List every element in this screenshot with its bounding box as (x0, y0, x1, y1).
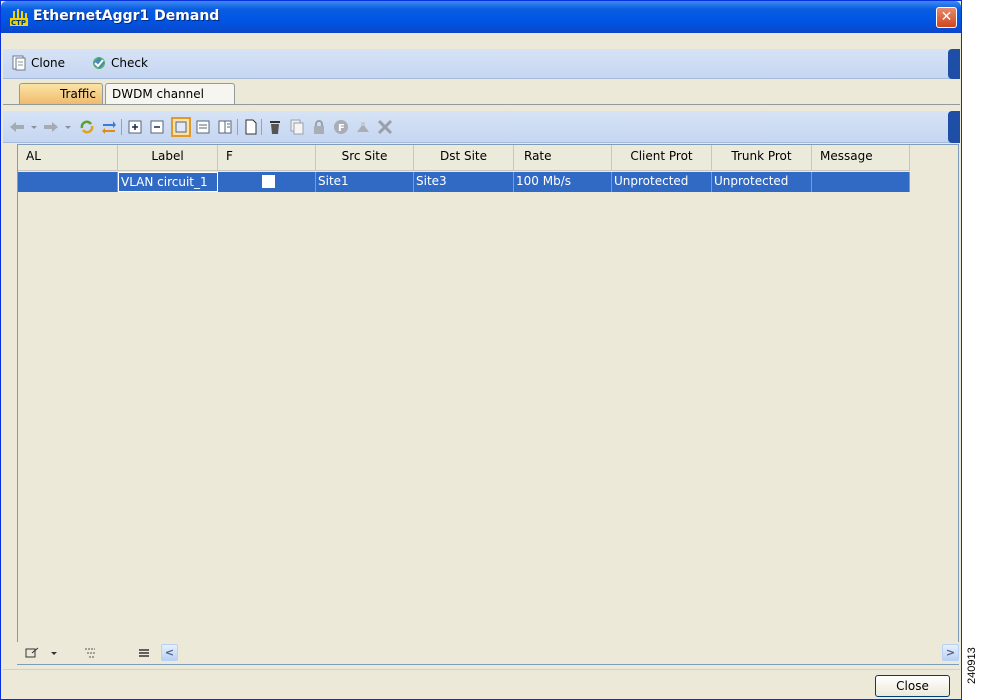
traffic-grid: AL Label F Src Site Dst Site Rate Client… (17, 144, 959, 665)
table-row[interactable]: VLAN circuit_1 Site1 Site3 100 Mb/s Unpr… (18, 172, 910, 192)
delete-icon[interactable] (267, 119, 283, 135)
grid-toolbar: F (3, 111, 960, 143)
window-close-button[interactable]: ✕ (936, 7, 957, 28)
view-rows-icon[interactable] (195, 119, 211, 135)
filter-icon[interactable] (83, 646, 97, 660)
tab-traffic[interactable]: Traffic (19, 83, 103, 105)
grid-header: AL Label F Src Site Dst Site Rate Client… (18, 145, 910, 171)
scroll-left-button[interactable]: < (161, 644, 178, 661)
cell-f[interactable] (218, 172, 316, 192)
cell-trunk-prot[interactable]: Unprotected (712, 172, 812, 192)
tab-dwdm-channel[interactable]: DWDM channel (105, 83, 235, 105)
toolbar-separator (237, 119, 238, 135)
svg-text:F: F (338, 123, 345, 134)
figure-number: 240913 (964, 626, 982, 686)
window-title: EthernetAggr1 Demand (33, 8, 220, 24)
check-label: Check (111, 56, 148, 70)
tab-divider (3, 104, 960, 105)
collapse-all-icon[interactable] (149, 119, 165, 135)
view-grid-icon[interactable] (171, 117, 191, 137)
toolbar-separator (121, 119, 122, 135)
swap-icon[interactable] (101, 119, 117, 135)
cell-client-prot[interactable]: Unprotected (612, 172, 712, 192)
dropdown-icon[interactable] (63, 119, 73, 135)
status-bar: Close (3, 669, 960, 699)
clone-button[interactable]: Clone (11, 55, 65, 71)
column-header-al[interactable]: AL (18, 145, 118, 171)
check-button[interactable]: Check (91, 55, 148, 71)
scroll-right-button[interactable]: > (942, 644, 959, 661)
grid-footer-bar: < > (17, 642, 959, 664)
up-level-icon[interactable] (355, 119, 371, 135)
cell-message[interactable] (812, 172, 910, 192)
column-header-dst-site[interactable]: Dst Site (414, 145, 514, 171)
ctp-app-icon: CTP (10, 9, 28, 26)
cell-rate[interactable]: 100 Mb/s (514, 172, 612, 192)
expand-all-icon[interactable] (127, 119, 143, 135)
clone-label: Clone (31, 56, 66, 70)
dropdown-icon[interactable] (29, 119, 39, 135)
forward-arrow-icon[interactable] (43, 119, 59, 135)
demand-window: CTP EthernetAggr1 Demand ✕ Clone Check T… (0, 0, 962, 700)
cell-al[interactable] (18, 172, 118, 192)
figure-number-text: 240913 (966, 647, 978, 684)
export-icon[interactable] (25, 646, 39, 660)
copy-icon[interactable] (289, 119, 305, 135)
toolbar-separator (261, 119, 262, 135)
lock-icon[interactable] (311, 119, 327, 135)
column-header-label[interactable]: Label (118, 145, 218, 171)
column-header-rate[interactable]: Rate (514, 145, 612, 171)
new-document-icon[interactable] (243, 119, 259, 135)
clone-icon (12, 55, 26, 71)
cell-dst-site[interactable]: Site3 (414, 172, 514, 192)
cell-label[interactable]: VLAN circuit_1 (118, 172, 218, 192)
f-badge-icon[interactable]: F (333, 119, 349, 135)
column-header-f[interactable]: F (218, 145, 316, 171)
title-bar[interactable]: CTP EthernetAggr1 Demand ✕ (1, 1, 961, 33)
list-icon[interactable] (137, 646, 151, 660)
dropdown-icon[interactable] (49, 646, 59, 660)
column-header-message[interactable]: Message (812, 145, 910, 171)
column-header-trunk-prot[interactable]: Trunk Prot (712, 145, 812, 171)
close-button[interactable]: Close (875, 675, 950, 697)
view-columns-icon[interactable] (217, 119, 233, 135)
column-header-src-site[interactable]: Src Site (316, 145, 414, 171)
back-arrow-icon[interactable] (9, 119, 25, 135)
f-checkbox[interactable] (262, 175, 275, 188)
toolbar-grip (948, 111, 960, 143)
cell-src-site[interactable]: Site1 (316, 172, 414, 192)
svg-text:CTP: CTP (11, 19, 26, 26)
refresh-icon[interactable] (79, 119, 95, 135)
action-bar-grip (948, 49, 960, 79)
tools-icon[interactable] (377, 119, 393, 135)
column-header-client-prot[interactable]: Client Prot (612, 145, 712, 171)
check-icon (93, 57, 105, 69)
action-bar: Clone Check (3, 49, 960, 79)
